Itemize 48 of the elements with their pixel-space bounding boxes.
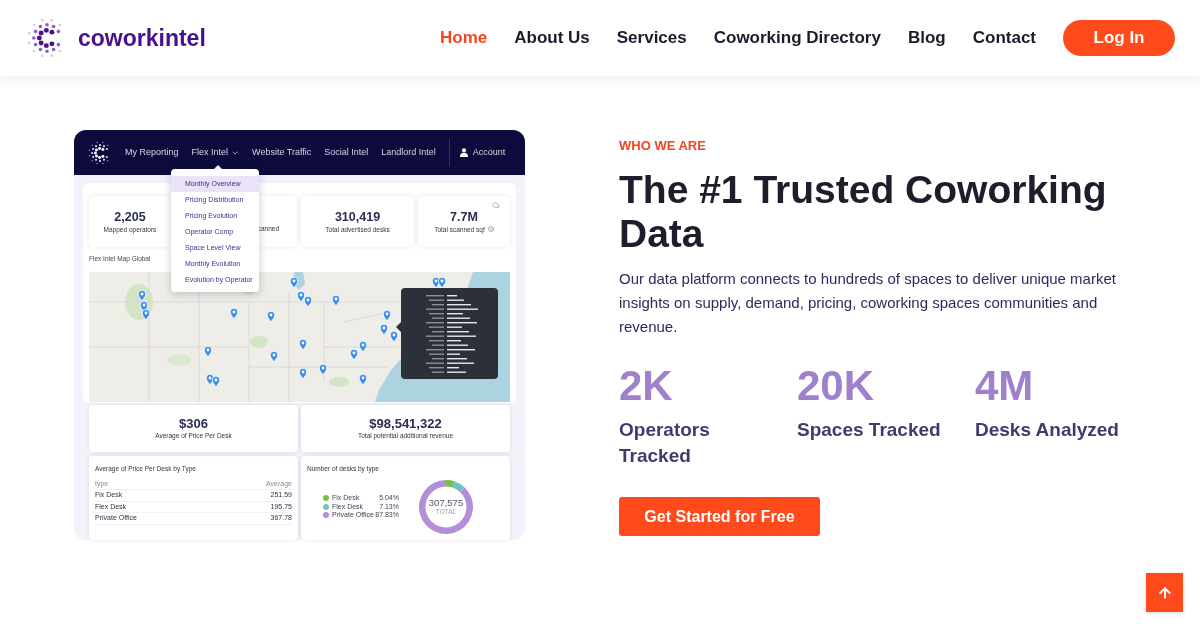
stat-number: 2K (619, 365, 674, 407)
map-pin-icon (137, 289, 147, 302)
map-pin-icon (303, 295, 313, 308)
nav-link[interactable]: Home (440, 25, 488, 51)
map-pin-icon (437, 276, 447, 289)
map-pin-icon (289, 276, 299, 289)
map-pin-icon (349, 348, 359, 361)
nav-link[interactable]: About Us (514, 25, 590, 51)
stat-caption: Operators Tracked (619, 418, 711, 468)
section-description: Our data platform connects to hundreds of spaces to deliver unique market insights on supply, demand, pricing, coworking spaces communities and revenue. (619, 269, 1117, 337)
donut-total: 307,575 (428, 498, 464, 508)
nav-tab[interactable]: Landlord Intel (381, 145, 436, 160)
donut-chart (419, 479, 473, 534)
map-pin-icon (296, 290, 306, 303)
cloud-icon (492, 201, 500, 209)
stat-caption: Desks Analyzed (975, 418, 1120, 442)
logo-text[interactable]: coworkintel (78, 26, 206, 50)
map-pin-icon (389, 330, 399, 343)
nav-link[interactable]: Contact (972, 25, 1036, 51)
account-link[interactable]: Account (459, 145, 506, 160)
scroll-to-top-button[interactable] (1146, 573, 1183, 612)
map-pin-icon (141, 308, 151, 321)
map-pin-icon (382, 309, 392, 322)
stat-value: 2,205 (114, 209, 146, 224)
map-pin-icon (379, 323, 389, 336)
map-pin-icon (358, 373, 368, 386)
section-eyebrow: WHO WE ARE (619, 138, 707, 154)
nav-tab[interactable]: Website Traffic (252, 145, 312, 160)
nav-tab[interactable]: Social Intel (324, 145, 369, 160)
info-icon (487, 226, 494, 232)
section-heading: The #1 Trusted Coworking Data (619, 168, 1108, 256)
map-pin-icon (331, 294, 341, 307)
map-pin-icon (266, 310, 276, 323)
stat-caption: Spaces Tracked (797, 418, 942, 442)
kpi-value: $306 (179, 417, 208, 431)
nav-tab[interactable]: Flex Intel (191, 145, 240, 160)
kpi-value: $98,541,322 (369, 417, 442, 431)
nav-link[interactable]: Blog (907, 25, 946, 51)
nav-link[interactable]: Services (616, 25, 687, 51)
user-icon (459, 148, 468, 157)
stat-number: 20K (797, 365, 876, 407)
map-pin-icon (229, 307, 239, 320)
map-pin-icon (358, 340, 368, 353)
nav-tab[interactable]: My Reporting (125, 145, 179, 160)
nav-link[interactable]: Coworking Directory (713, 25, 881, 51)
stat-number: 4M (975, 365, 1035, 407)
stat-value: 7.7M (450, 209, 478, 224)
stat-value: 310,419 (334, 209, 381, 224)
